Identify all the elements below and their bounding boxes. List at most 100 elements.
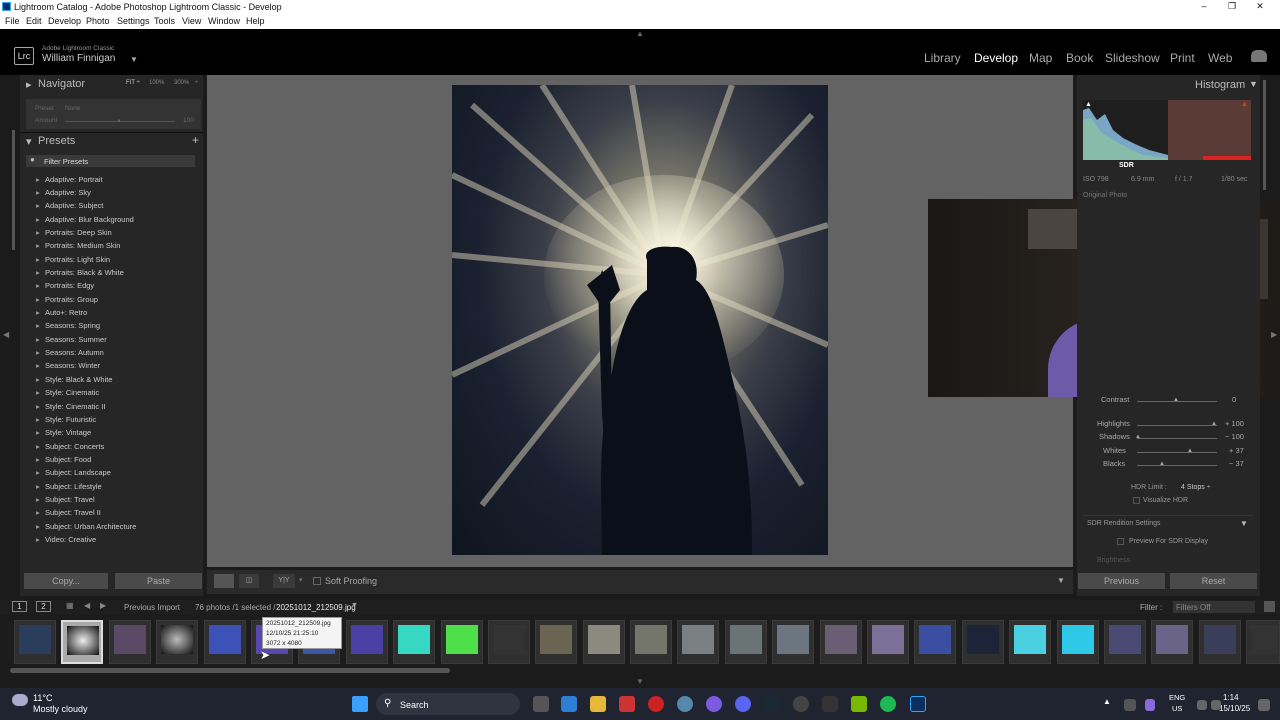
preset-item[interactable]: Subject: Food — [36, 455, 91, 464]
volume-icon[interactable] — [1211, 700, 1221, 710]
windows-start-icon[interactable] — [352, 696, 368, 712]
whites-thumb[interactable]: ▲ — [1187, 448, 1193, 454]
preset-item[interactable]: Style: Cinematic II — [36, 402, 106, 411]
cloud-sync-icon[interactable] — [1251, 50, 1267, 62]
filmstrip-thumb[interactable] — [1199, 620, 1241, 664]
preset-item[interactable]: Subject: Travel II — [36, 508, 101, 517]
spotify-icon[interactable] — [880, 696, 896, 712]
filmstrip-thumb[interactable] — [820, 620, 862, 664]
preset-item[interactable]: Portraits: Medium Skin — [36, 241, 121, 250]
weather-desc[interactable]: Mostly cloudy — [33, 704, 88, 714]
selected-file[interactable]: 20251012_212509.jpg — [276, 603, 356, 612]
preset-item[interactable]: Adaptive: Sky — [36, 188, 91, 197]
filmstrip-thumb[interactable] — [1009, 620, 1051, 664]
filmstrip-thumb[interactable] — [488, 620, 530, 664]
filmstrip-scrollbar[interactable] — [10, 668, 450, 673]
menu-help[interactable]: Help — [246, 16, 265, 26]
back-arrow-icon[interactable]: ◀ — [84, 601, 90, 610]
preset-item[interactable]: Seasons: Summer — [36, 335, 107, 344]
visualize-hdr-checkbox[interactable] — [1133, 497, 1140, 504]
soft-proofing-checkbox[interactable] — [313, 577, 321, 585]
reset-button[interactable]: Reset — [1170, 573, 1257, 589]
browser-icon[interactable] — [677, 696, 693, 712]
preset-item[interactable]: Auto+: Retro — [36, 308, 87, 317]
loupe-view-icon[interactable] — [214, 574, 234, 588]
right-scrollbar[interactable] — [1263, 80, 1266, 190]
blacks-track[interactable] — [1137, 465, 1217, 466]
filmstrip-thumb[interactable] — [14, 620, 56, 664]
preset-item[interactable]: Style: Futuristic — [36, 415, 96, 424]
previous-button[interactable]: Previous — [1078, 573, 1165, 589]
filter-select[interactable]: Filters Off — [1173, 601, 1255, 613]
shadows-thumb[interactable]: ▲ — [1135, 434, 1141, 440]
highlights-track[interactable] — [1137, 425, 1217, 426]
preset-item[interactable]: Adaptive: Subject — [36, 201, 103, 210]
app-icon-purple[interactable] — [706, 696, 722, 712]
copy-button[interactable]: Copy... — [24, 573, 108, 589]
discord-icon[interactable] — [735, 696, 751, 712]
nvidia-icon[interactable] — [851, 696, 867, 712]
filmstrip-thumb[interactable] — [346, 620, 388, 664]
top-panel-toggle-icon[interactable]: ▲ — [636, 29, 644, 38]
file-explorer-icon[interactable] — [590, 696, 606, 712]
module-print[interactable]: Print — [1170, 51, 1195, 65]
steam-icon[interactable] — [764, 696, 780, 712]
whites-value[interactable]: + 37 — [1229, 446, 1244, 455]
shadow-clip-icon[interactable]: ▲ — [1085, 101, 1092, 108]
file-dropdown-icon[interactable]: ▼ — [351, 602, 358, 609]
preset-item[interactable]: Style: Cinematic — [36, 388, 99, 397]
bottom-panel-toggle-icon[interactable]: ▼ — [636, 677, 644, 686]
clock-date[interactable]: 15/10/25 — [1219, 704, 1250, 713]
filmstrip-thumb[interactable] — [535, 620, 577, 664]
zoom-100[interactable]: 100% — [149, 80, 164, 86]
menu-window[interactable]: Window — [208, 16, 240, 26]
preset-item[interactable]: Portraits: Edgy — [36, 281, 94, 290]
region[interactable]: US — [1172, 704, 1182, 713]
filmstrip-thumb[interactable] — [914, 620, 956, 664]
filter-presets-field[interactable]: ● Filter Presets — [26, 155, 195, 167]
restore-icon[interactable]: ❐ — [1225, 1, 1239, 12]
screen-2-button[interactable]: 2 — [36, 601, 51, 612]
contrast-thumb[interactable]: ▲ — [1173, 397, 1179, 403]
preset-item[interactable]: Video: Creative — [36, 535, 96, 544]
microphone-icon[interactable] — [1145, 699, 1155, 711]
before-after-icon[interactable]: ◫ — [239, 574, 259, 588]
module-library[interactable]: Library — [924, 51, 961, 65]
identity-dropdown-icon[interactable]: ▼ — [130, 55, 138, 64]
navigator-title[interactable]: Navigator — [38, 78, 85, 90]
filmstrip-thumb[interactable] — [867, 620, 909, 664]
right-panel-toggle-icon[interactable]: ▶ — [1271, 330, 1277, 339]
paste-button[interactable]: Paste — [115, 573, 202, 589]
highlights-thumb[interactable]: ▲ — [1211, 421, 1217, 427]
module-book[interactable]: Book — [1066, 51, 1093, 65]
tray-overflow-icon[interactable]: ▲ — [1103, 697, 1111, 706]
module-map[interactable]: Map — [1029, 51, 1052, 65]
preview-sdr-checkbox[interactable] — [1117, 538, 1124, 545]
presets-title[interactable]: Presets — [38, 135, 75, 147]
preset-item[interactable]: Subject: Landscape — [36, 468, 111, 477]
contrast-value[interactable]: 0 — [1232, 395, 1236, 404]
whites-track[interactable] — [1137, 452, 1217, 453]
highlights-value[interactable]: + 100 — [1225, 419, 1244, 428]
menu-develop[interactable]: Develop — [48, 16, 81, 26]
news-app-icon[interactable] — [619, 696, 635, 712]
filmstrip-thumb[interactable] — [204, 620, 246, 664]
amount-thumb[interactable]: ▲ — [116, 118, 122, 124]
filmstrip-thumb[interactable] — [393, 620, 435, 664]
notification-icon[interactable] — [1258, 699, 1270, 711]
preset-item[interactable]: Seasons: Spring — [36, 321, 100, 330]
filter-lock-icon[interactable] — [1264, 601, 1275, 612]
preset-item[interactable]: Portraits: Deep Skin — [36, 228, 112, 237]
add-preset-icon[interactable]: + — [192, 133, 199, 147]
presets-toggle-icon[interactable]: ▾ — [26, 135, 32, 148]
filmstrip-thumb[interactable] — [677, 620, 719, 664]
preset-item[interactable]: Subject: Lifestyle — [36, 482, 102, 491]
shadows-value[interactable]: − 100 — [1225, 432, 1244, 441]
compare-dropdown-icon[interactable]: ▾ — [299, 576, 303, 584]
preset-item[interactable]: Adaptive: Blur Background — [36, 215, 134, 224]
preset-item[interactable]: Adaptive: Portrait — [36, 175, 102, 184]
filmstrip-thumb[interactable] — [962, 620, 1004, 664]
original-photo-toggle[interactable]: Original Photo — [1083, 192, 1127, 199]
left-scrollbar[interactable] — [12, 130, 15, 250]
filmstrip-thumb[interactable] — [772, 620, 814, 664]
